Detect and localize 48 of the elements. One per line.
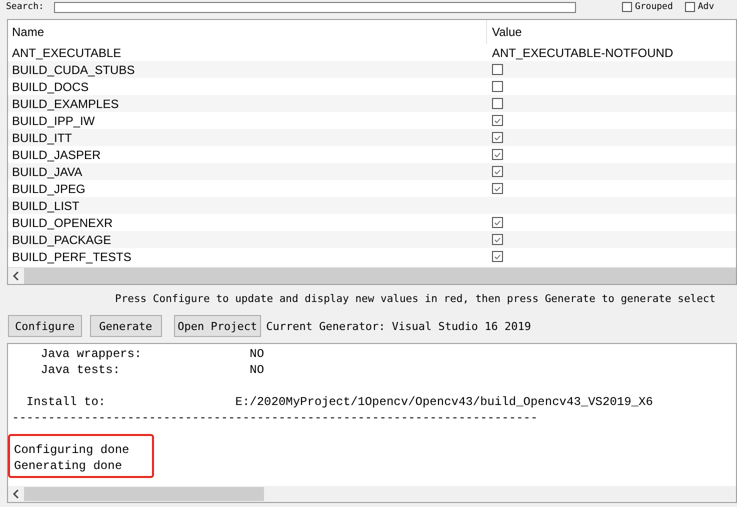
column-header[interactable]: Name bbox=[8, 20, 487, 44]
option-label: Adv bbox=[698, 2, 714, 12]
table-cell-text: BUILD_PACKAGE bbox=[11, 232, 112, 246]
table-cell: ANT_EXECUTABLE-NOTFOUND bbox=[492, 46, 674, 60]
hint-text: Press Configure to update and display new values in red, then press Generate to generate select bbox=[114, 292, 717, 307]
table-cell-text: BUILD_ITT bbox=[11, 130, 74, 144]
checkbox[interactable] bbox=[492, 217, 503, 228]
table-cell-text: ANT_EXECUTABLE bbox=[11, 46, 122, 60]
search-field[interactable] bbox=[54, 2, 576, 12]
checkbox[interactable] bbox=[492, 183, 503, 194]
checkbox[interactable] bbox=[684, 2, 695, 12]
checkbox[interactable] bbox=[492, 166, 503, 177]
table-cell-text: BUILD_DOCS bbox=[11, 80, 90, 94]
horizontal-scrollbar[interactable] bbox=[8, 267, 736, 284]
table-cell-text: BUILD_EXAMPLES bbox=[11, 96, 120, 110]
action-button[interactable]: Configure bbox=[8, 315, 82, 337]
checkbox[interactable] bbox=[492, 98, 503, 109]
horizontal-scrollbar[interactable] bbox=[8, 486, 736, 502]
log-line: Java tests: NO bbox=[40, 362, 266, 378]
log-line: Java wrappers: NO bbox=[40, 346, 266, 362]
action-button[interactable]: Generate bbox=[90, 315, 162, 337]
search-label: Search: bbox=[6, 2, 44, 12]
log-line: Generating done bbox=[14, 458, 124, 474]
checkbox[interactable] bbox=[492, 234, 503, 245]
table-cell-text: BUILD_LIST bbox=[11, 198, 80, 212]
action-button[interactable]: Open Project bbox=[174, 315, 262, 337]
log-line: ------------------------------------------------------------------------- bbox=[12, 410, 539, 426]
table-cell-text: BUILD_JPEG bbox=[11, 182, 86, 196]
checkbox[interactable] bbox=[492, 81, 503, 92]
checkbox[interactable] bbox=[622, 2, 632, 12]
checkbox[interactable] bbox=[492, 251, 503, 262]
log-line: Configuring done bbox=[14, 442, 130, 458]
scroll-left-icon[interactable] bbox=[8, 268, 24, 284]
table-cell-text: BUILD_OPENEXR bbox=[11, 216, 114, 230]
checkbox[interactable] bbox=[492, 132, 503, 143]
table-cell-text: BUILD_JAVA bbox=[11, 164, 84, 178]
option-label: Grouped bbox=[634, 2, 673, 12]
table-cell-text: BUILD_CUDA_STUBS bbox=[11, 62, 136, 76]
scroll-thumb[interactable] bbox=[24, 487, 264, 501]
log-line: Install to: E:/2020MyProject/1Opencv/Opencv43/build_Opencv43_VS2019_X6 bbox=[25, 394, 654, 410]
checkbox[interactable] bbox=[492, 64, 503, 75]
checkbox[interactable] bbox=[492, 149, 503, 160]
table-cell-text: BUILD_PERF_TESTS bbox=[11, 250, 132, 264]
column-header[interactable]: Value bbox=[487, 20, 522, 44]
table-cell-text: BUILD_JASPER bbox=[11, 148, 102, 162]
checkbox[interactable] bbox=[492, 115, 503, 126]
generator-label: Current Generator: Visual Studio 16 2019 bbox=[266, 320, 531, 332]
table-cell-text: BUILD_IPP_IW bbox=[11, 114, 96, 128]
